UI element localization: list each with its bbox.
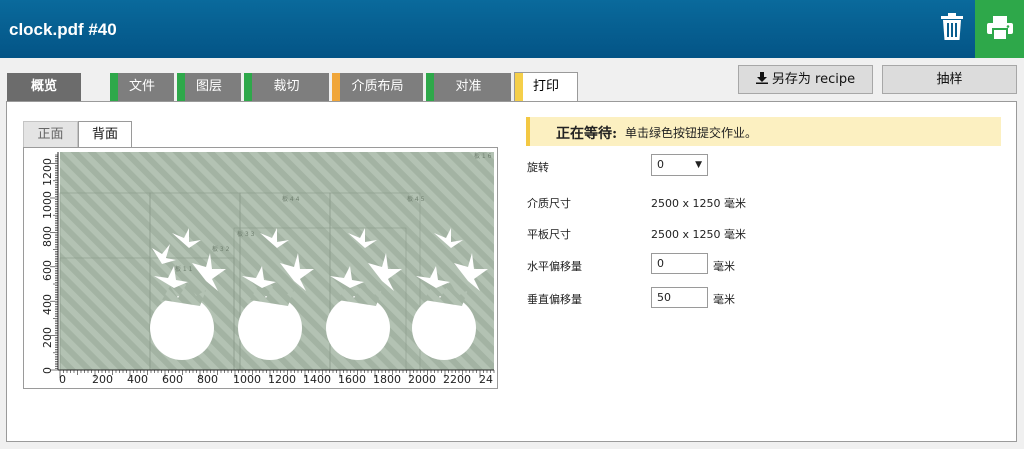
chevron-down-icon: ▼ (695, 160, 702, 170)
printer-icon (987, 16, 1013, 40)
status-message: 单击绿色按钮提交作业。 (625, 126, 758, 140)
layout-preview-canvas: 板 1 6 板 4 5 板 4 4 板 3 3 板 3 2 板 1 1 0 20… (41, 152, 495, 386)
v-offset-input[interactable]: 50 (651, 287, 708, 308)
tile-label: 板 3 2 (212, 245, 230, 253)
y-tick-label: 1000 (41, 191, 54, 219)
x-tick-label: 1000 (233, 373, 261, 386)
tab-media-layout[interactable]: 介质布局 (332, 73, 423, 101)
x-tick-label: 2200 (443, 373, 471, 386)
sample-button[interactable]: 抽样 (882, 65, 1017, 94)
tab-status-stripe (515, 73, 523, 102)
bed-size-value: 2500 x 1250 毫米 (651, 228, 746, 241)
x-tick-label: 2000 (408, 373, 436, 386)
tab-print-label: 打印 (532, 79, 559, 94)
media-size-label: 介质尺寸 (527, 197, 571, 210)
y-ruler: 0 200 400 600 800 1000 1200 (41, 152, 59, 374)
x-tick-label: 1600 (338, 373, 366, 386)
x-tick-label: 200 (92, 373, 113, 386)
x-tick-label: 1400 (303, 373, 331, 386)
tab-file[interactable]: 文件 (110, 73, 174, 101)
tab-status-stripe (426, 73, 434, 101)
x-tick-label: 1800 (373, 373, 401, 386)
bed-size-label: 平板尺寸 (527, 228, 571, 241)
tab-overview-label: 概览 (30, 79, 57, 94)
tile-label: 板 3 3 (237, 230, 255, 238)
tile-label: 板 4 4 (282, 195, 300, 203)
x-tick-label: 400 (127, 373, 148, 386)
app-header: clock.pdf #40 (0, 0, 1024, 58)
y-tick-label: 800 (41, 226, 54, 247)
rotate-select[interactable]: 0 ▼ (651, 154, 708, 176)
tab-status-stripe (110, 73, 118, 101)
tab-back-side[interactable]: 背面 (78, 121, 132, 149)
x-tick-label: 24 (479, 373, 493, 386)
tab-status-stripe (177, 73, 185, 101)
tab-crop-label: 裁切 (273, 79, 300, 94)
status-strong: 正在等待: (556, 126, 618, 142)
tab-front-side[interactable]: 正面 (23, 121, 78, 148)
media-size-value: 2500 x 1250 毫米 (651, 197, 746, 210)
tab-layers-label: 图层 (195, 79, 222, 94)
trash-icon[interactable] (938, 12, 966, 42)
y-tick-label: 600 (41, 260, 54, 281)
tab-media-layout-label: 介质布局 (351, 79, 404, 94)
y-tick-label: 400 (41, 294, 54, 315)
tab-alignment[interactable]: 对准 (426, 73, 511, 101)
rotate-label: 旋转 (527, 161, 549, 174)
x-tick-label: 0 (59, 373, 66, 386)
download-icon (755, 72, 768, 84)
y-tick-label: 0 (41, 367, 54, 374)
tile-label: 板 1 6 (474, 152, 492, 160)
tab-alignment-label: 对准 (455, 79, 482, 94)
x-tick-label: 1200 (268, 373, 296, 386)
tab-status-stripe (244, 73, 252, 101)
tab-overview[interactable]: 概览 (7, 73, 81, 101)
tab-print[interactable]: 打印 (514, 72, 578, 102)
y-tick-label: 200 (41, 327, 54, 348)
tile-label: 板 1 1 (175, 265, 193, 273)
rotate-value: 0 (657, 158, 664, 171)
layout-preview: 板 1 6 板 4 5 板 4 4 板 3 3 板 3 2 板 1 1 0 20… (23, 147, 498, 389)
h-offset-input[interactable]: 0 (651, 253, 708, 274)
h-offset-label: 水平偏移量 (527, 260, 582, 273)
tab-layers[interactable]: 图层 (177, 73, 241, 101)
save-as-recipe-label: 另存为 recipe (771, 72, 856, 87)
tile-label: 板 4 5 (407, 195, 425, 203)
x-ruler: 0 200 400 600 800 1000 1200 1400 1600 18… (58, 369, 495, 386)
x-tick-label: 600 (162, 373, 183, 386)
sample-label: 抽样 (936, 72, 963, 87)
save-as-recipe-button[interactable]: 另存为 recipe (738, 65, 873, 94)
status-banner: 正在等待: 单击绿色按钮提交作业。 (526, 117, 1001, 146)
v-offset-unit: 毫米 (713, 293, 735, 306)
print-button[interactable] (975, 0, 1024, 58)
tab-crop[interactable]: 裁切 (244, 73, 329, 101)
y-tick-label: 1200 (41, 158, 54, 186)
x-tick-label: 800 (197, 373, 218, 386)
job-title: clock.pdf #40 (9, 20, 117, 39)
h-offset-unit: 毫米 (713, 260, 735, 273)
tab-status-stripe (332, 73, 340, 101)
v-offset-label: 垂直偏移量 (527, 293, 582, 306)
tab-file-label: 文件 (128, 79, 155, 94)
